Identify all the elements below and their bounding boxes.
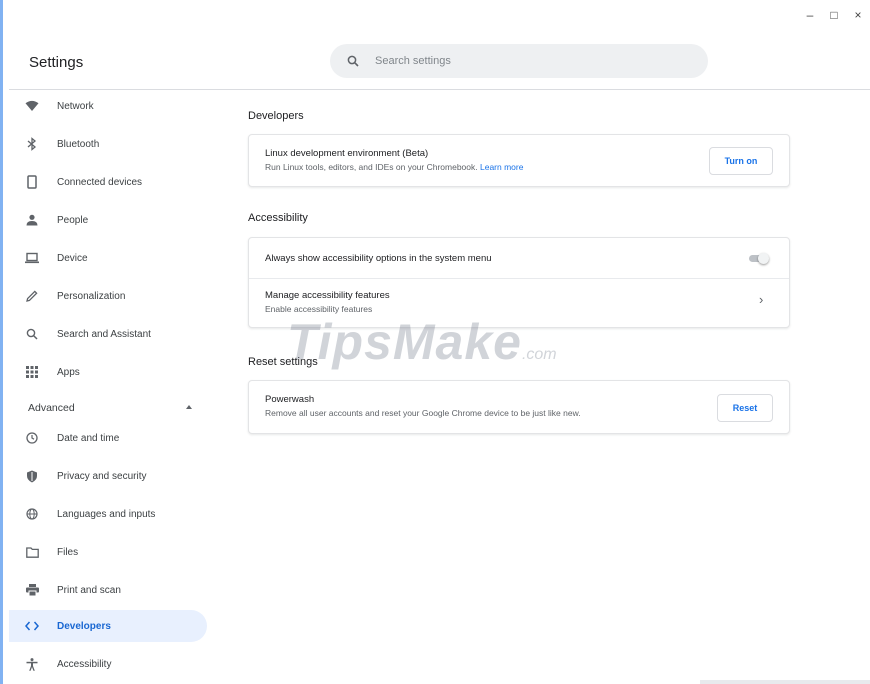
sidebar-item-label: Connected devices bbox=[57, 176, 143, 188]
turn-on-button[interactable]: Turn on bbox=[709, 147, 773, 175]
sidebar-item-label: Date and time bbox=[57, 432, 120, 444]
linux-env-row: Linux development environment (Beta) Run… bbox=[249, 135, 789, 186]
developers-section-title: Developers bbox=[248, 110, 304, 122]
sidebar-item-label: Apps bbox=[57, 366, 80, 378]
sidebar-item-developers[interactable]: Developers bbox=[9, 610, 207, 642]
shield-icon bbox=[24, 468, 40, 484]
sidebar-item-apps[interactable]: Apps bbox=[9, 356, 207, 388]
sidebar-item-network[interactable]: Network bbox=[9, 90, 207, 122]
window-left-edge bbox=[0, 0, 3, 684]
advanced-section-toggle[interactable]: Advanced bbox=[9, 396, 207, 420]
sidebar-item-label: Device bbox=[57, 252, 88, 264]
code-icon bbox=[24, 618, 40, 634]
sidebar-item-people[interactable]: People bbox=[9, 204, 207, 236]
globe-icon bbox=[24, 506, 40, 522]
sidebar-item-device[interactable]: Device bbox=[9, 242, 207, 274]
wifi-icon bbox=[24, 98, 40, 114]
bottom-shelf-edge bbox=[700, 680, 870, 684]
advanced-label: Advanced bbox=[28, 402, 75, 414]
sidebar-item-label: People bbox=[57, 214, 89, 226]
accessibility-icon bbox=[24, 656, 40, 672]
watermark-suffix: .com bbox=[521, 346, 557, 363]
sidebar-item-bluetooth[interactable]: Bluetooth bbox=[9, 128, 207, 160]
sidebar-item-label: Search and Assistant bbox=[57, 328, 151, 340]
sidebar-item-accessibility[interactable]: Accessibility bbox=[9, 648, 207, 680]
laptop-icon bbox=[24, 250, 40, 266]
chevron-right-icon: › bbox=[759, 292, 764, 307]
chevron-up-icon bbox=[186, 405, 192, 409]
sidebar-item-connected-devices[interactable]: Connected devices bbox=[9, 166, 207, 198]
sidebar-item-label: Network bbox=[57, 100, 94, 112]
sidebar-item-label: Languages and inputs bbox=[57, 508, 156, 520]
toggle-knob bbox=[758, 253, 769, 264]
sidebar: Network Bluetooth Connected devices Peop… bbox=[9, 90, 214, 684]
learn-more-link[interactable]: Learn more bbox=[480, 162, 523, 172]
clock-icon bbox=[24, 430, 40, 446]
sidebar-item-label: Bluetooth bbox=[57, 138, 100, 150]
search-icon bbox=[347, 55, 359, 67]
sidebar-item-files[interactable]: Files bbox=[9, 536, 207, 568]
powerwash-row: Powerwash Remove all user accounts and r… bbox=[249, 381, 789, 433]
always-show-accessibility-label: Always show accessibility options in the… bbox=[265, 253, 492, 264]
sidebar-item-print-and-scan[interactable]: Print and scan bbox=[9, 574, 207, 606]
accessibility-section-title: Accessibility bbox=[248, 212, 308, 224]
linux-env-description: Run Linux tools, editors, and IDEs on yo… bbox=[265, 162, 523, 172]
sidebar-item-privacy-and-security[interactable]: Privacy and security bbox=[9, 460, 207, 492]
manage-accessibility-title: Manage accessibility features bbox=[265, 290, 390, 301]
person-icon bbox=[24, 212, 40, 228]
developers-card: Linux development environment (Beta) Run… bbox=[248, 134, 790, 187]
always-show-accessibility-row[interactable]: Always show accessibility options in the… bbox=[249, 238, 789, 278]
powerwash-description: Remove all user accounts and reset your … bbox=[265, 408, 581, 418]
sidebar-item-label: Developers bbox=[57, 620, 111, 632]
search-input[interactable] bbox=[373, 54, 677, 68]
sidebar-item-languages-and-inputs[interactable]: Languages and inputs bbox=[9, 498, 207, 530]
linux-env-description-text: Run Linux tools, editors, and IDEs on yo… bbox=[265, 162, 478, 172]
pencil-icon bbox=[24, 288, 40, 304]
printer-icon bbox=[24, 582, 40, 598]
apps-grid-icon bbox=[24, 364, 40, 380]
bluetooth-icon bbox=[24, 136, 40, 152]
linux-env-title: Linux development environment (Beta) bbox=[265, 148, 429, 159]
sidebar-item-label: Print and scan bbox=[57, 584, 121, 596]
sidebar-item-search-and-assistant[interactable]: Search and Assistant bbox=[9, 318, 207, 350]
header: Settings bbox=[0, 0, 870, 90]
sidebar-item-personalization[interactable]: Personalization bbox=[9, 280, 207, 312]
watermark-text: TipsMake bbox=[287, 314, 522, 370]
sidebar-item-label: Accessibility bbox=[57, 658, 112, 670]
always-show-accessibility-toggle[interactable] bbox=[749, 253, 771, 264]
sidebar-item-label: Privacy and security bbox=[57, 470, 147, 482]
app-title: Settings bbox=[29, 54, 84, 71]
sidebar-item-label: Files bbox=[57, 546, 79, 558]
sidebar-item-label: Personalization bbox=[57, 290, 126, 302]
reset-card: Powerwash Remove all user accounts and r… bbox=[248, 380, 790, 434]
folder-icon bbox=[24, 544, 40, 560]
search-box[interactable] bbox=[330, 44, 708, 78]
powerwash-title: Powerwash bbox=[265, 394, 315, 405]
sidebar-item-date-and-time[interactable]: Date and time bbox=[9, 422, 207, 454]
search-icon bbox=[24, 326, 40, 342]
watermark: TipsMake.com bbox=[287, 313, 557, 371]
reset-button[interactable]: Reset bbox=[717, 394, 773, 422]
phone-icon bbox=[24, 174, 40, 190]
